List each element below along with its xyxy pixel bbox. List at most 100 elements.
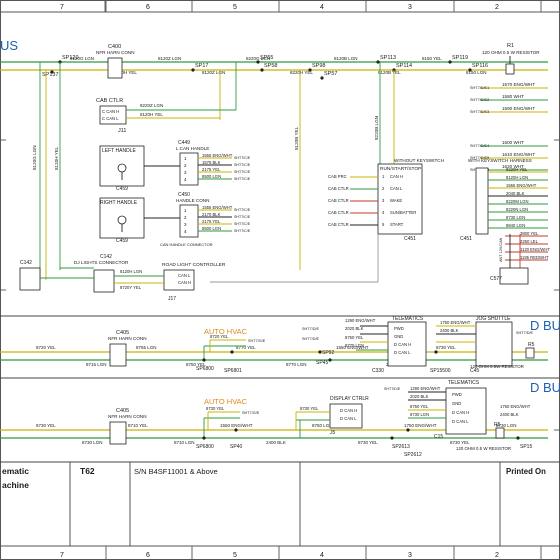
splice-dot bbox=[406, 428, 410, 432]
road-light-ref: J17 bbox=[168, 296, 176, 302]
cab-ctlr-pin: C CAN H bbox=[102, 109, 119, 114]
wire-label: 1555 ENG/WHT bbox=[506, 183, 537, 188]
splice-label: SP40 bbox=[230, 444, 242, 450]
c400-top-desc: NFR HARN CONN bbox=[96, 50, 135, 55]
telematics-1-pin: D CAN L bbox=[394, 350, 411, 355]
run-side-label: CAB CTLR bbox=[328, 210, 349, 215]
wire-label: 8720 YEL bbox=[36, 345, 56, 350]
r2-desc: 120 OHM 0.5W RESISTOR bbox=[470, 364, 524, 369]
joystick-icon bbox=[117, 215, 127, 225]
wire-label: 8220H YEL bbox=[506, 167, 528, 172]
c405-bot-desc: NFR HARN CONN bbox=[108, 414, 147, 419]
handle-conn-connector bbox=[179, 204, 199, 238]
wire-label: 8750 YEL bbox=[410, 404, 429, 409]
telematics-2-pin: D CAN H bbox=[452, 410, 469, 415]
wire-label: 2400 BLK bbox=[440, 328, 459, 333]
wire-label: 1576 BLK bbox=[202, 160, 221, 165]
sheet-ref: SHT7/D/E2 bbox=[470, 98, 489, 102]
splice-label: SP6801 bbox=[224, 368, 242, 374]
run-start-stop-ref: C451 bbox=[404, 236, 416, 242]
sheet-ref: SHT7/D/E bbox=[516, 331, 534, 335]
zone-number-bottom: 4 bbox=[320, 552, 324, 559]
jog-shuttle-name: JOG SHUTTLE bbox=[476, 316, 511, 322]
run-pin: CAN L bbox=[390, 186, 403, 191]
display-ctrlr-pin: D CAN L bbox=[340, 416, 357, 421]
wire-label: 2170 BLK bbox=[202, 212, 221, 217]
run-pin: CAN H bbox=[390, 174, 403, 179]
sheet-ref: SHT7/D/E bbox=[384, 387, 401, 391]
zone-number-bottom: 6 bbox=[146, 552, 150, 559]
connector-c405-mid bbox=[109, 343, 127, 367]
splice-label: SP116 bbox=[472, 63, 488, 69]
telematics-2-name: TELEMATICS bbox=[448, 380, 480, 386]
wire-label: 8730 LGN bbox=[506, 215, 525, 220]
sheet-ref: SHT7/C/E bbox=[234, 177, 251, 181]
display-ctrlr-name: DISPLAY CTRLR bbox=[330, 396, 369, 402]
wire-label: 1610 ENG/WHT bbox=[502, 152, 535, 157]
wire-label: 8150 LGN bbox=[466, 70, 487, 75]
joystick-icon bbox=[117, 163, 127, 173]
wire-label: 8500 LGN bbox=[202, 174, 221, 179]
zone-number-top: 2 bbox=[495, 4, 499, 11]
telematics-2-pin: D CAN L bbox=[452, 419, 469, 424]
wire-label: 2175 YEL bbox=[202, 167, 221, 172]
l-can-handle-name: L CAN HANDLE bbox=[176, 146, 209, 151]
display-ctrlr-ref: J5 bbox=[330, 430, 336, 436]
run-header: WITHOUT KEYSWITCH bbox=[394, 158, 444, 163]
auto-hvac-2-name: AUTO HVAC bbox=[204, 397, 248, 406]
wire-label: 8730 LGN bbox=[410, 412, 429, 417]
wire-label: 2250 LEL bbox=[520, 239, 539, 244]
wire-label: 8730 LGN bbox=[82, 440, 103, 445]
jog-shuttle-box bbox=[475, 321, 513, 367]
telematics-2-ref: C15 bbox=[434, 434, 443, 440]
wire-label: 1590 ENG/WHT bbox=[502, 106, 535, 111]
r1-desc: 120 OHM 0.5 W RESISTOR bbox=[482, 50, 540, 55]
splice-dot bbox=[234, 428, 238, 432]
zone-number-top: 4 bbox=[320, 4, 324, 11]
wire-label: 8120B LGN bbox=[334, 56, 358, 61]
splice-label: SP58 bbox=[264, 63, 277, 69]
sheet-ref: SHT7/G/E bbox=[242, 411, 260, 415]
sheet-ref: SHT7/C/E bbox=[234, 229, 251, 233]
cab-ctlr-ref: J11 bbox=[118, 128, 126, 134]
keyswitch-connector bbox=[475, 167, 489, 235]
splice-label: SP6800 bbox=[196, 366, 214, 372]
sheet-ref: SHT7/C/E bbox=[234, 215, 251, 219]
wire-label: 8730 YEL bbox=[36, 423, 56, 428]
wire-label: 8500 LGN bbox=[202, 226, 221, 231]
wire-label: 1750 ENG/WHT bbox=[440, 320, 471, 325]
run-side-label: CAB CTLR bbox=[328, 222, 349, 227]
wire-label: 8120G LGN bbox=[32, 145, 37, 170]
sheet-ref: SHT7/D/E1 bbox=[470, 86, 489, 90]
sheet-ref: SHT7/C/E bbox=[234, 163, 251, 167]
road-light-pin: CAN H bbox=[178, 280, 191, 285]
wire-label: 8150 YEL bbox=[422, 56, 442, 61]
wire-label: 2020 BLK bbox=[345, 326, 364, 331]
zone-number-bottom: 7 bbox=[60, 552, 64, 559]
wire-label: 8220B LGN bbox=[374, 116, 379, 140]
zone-number-bottom: 3 bbox=[408, 552, 412, 559]
wire-label: 1555 ENG/WHT bbox=[202, 153, 233, 158]
wire-label: 8120H LGN bbox=[120, 269, 142, 274]
wire-label: 8730 YEL bbox=[300, 406, 319, 411]
splice-label: SP98 bbox=[312, 63, 325, 69]
wire-label: 8750 LGN bbox=[312, 423, 333, 428]
telematics-2-pin: PWD bbox=[452, 392, 462, 397]
zone-number-bottom: 5 bbox=[233, 552, 237, 559]
zone-number-top: 3 bbox=[408, 4, 412, 11]
run-pin: START bbox=[390, 222, 404, 227]
wire-label: 8755 LGN bbox=[136, 345, 157, 350]
wire-label: 1550 ENG/WHT bbox=[220, 423, 253, 428]
wire-label: 8120B YEL bbox=[294, 126, 299, 150]
wire-label: 1600 WHT bbox=[502, 140, 524, 145]
r5-desc: 120 OHM 0.5 W RESISTOR bbox=[456, 446, 511, 451]
left-handle-name: LEFT HANDLE bbox=[102, 148, 136, 154]
wire-label: 8120H YEL bbox=[140, 112, 163, 117]
wire-label: 8730 YEL bbox=[358, 440, 378, 445]
zone-number-top: 5 bbox=[233, 4, 237, 11]
wire-label: 1750 ENG/WHT bbox=[500, 404, 531, 409]
connector-c142-right bbox=[93, 269, 115, 293]
keyswitch-ref: C451 bbox=[460, 236, 472, 242]
right-handle-ref: C459 bbox=[116, 238, 128, 244]
telematics-1-ref: C330 bbox=[372, 368, 384, 374]
